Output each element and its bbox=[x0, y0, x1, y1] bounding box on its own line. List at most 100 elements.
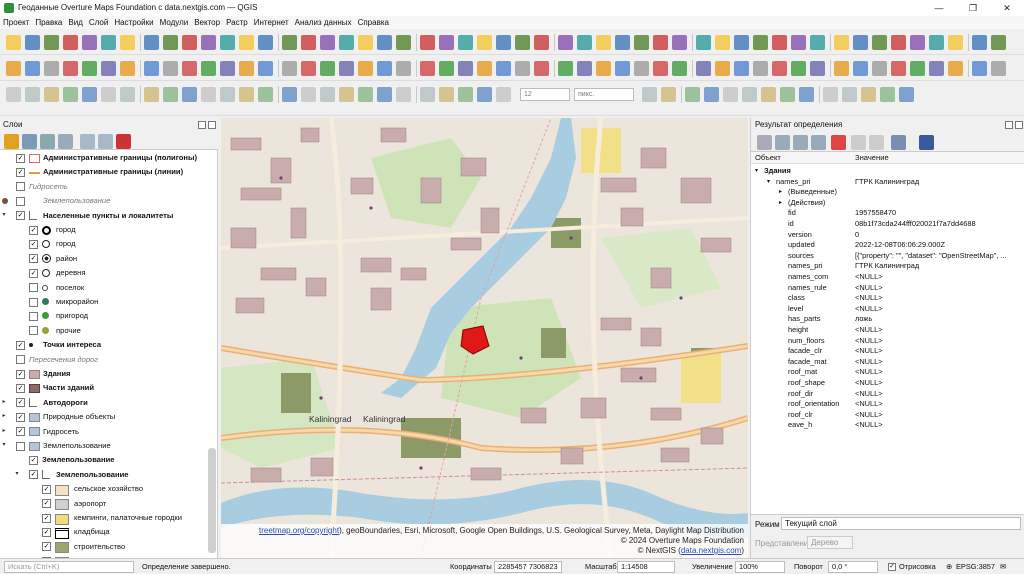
layer-visibility-checkbox[interactable] bbox=[16, 182, 25, 192]
menu-plugins[interactable]: Модули bbox=[157, 16, 192, 29]
toolbar-tool-icon[interactable] bbox=[672, 35, 687, 50]
add-group-icon[interactable] bbox=[22, 134, 37, 149]
crs-globe-icon[interactable]: ⊕ bbox=[946, 561, 952, 573]
layer-visibility-checkbox[interactable]: ✓ bbox=[29, 268, 38, 278]
toolbar-tool-icon[interactable] bbox=[810, 61, 825, 76]
toolbar-tool-icon[interactable] bbox=[772, 35, 787, 50]
menu-web[interactable]: Интернет bbox=[251, 16, 292, 29]
toolbar-tool-icon[interactable] bbox=[972, 35, 987, 50]
layer-visibility-checkbox[interactable]: ✓ bbox=[42, 542, 51, 552]
toolbar-tool-icon[interactable] bbox=[358, 61, 373, 76]
layer-item[interactable]: ▾ ✓ Землепользование bbox=[0, 469, 218, 481]
toolbar-tool-icon[interactable] bbox=[377, 87, 392, 102]
toolbar-tool-icon[interactable] bbox=[201, 61, 216, 76]
identify-row[interactable]: names_rule <NULL> bbox=[751, 283, 1024, 294]
layer-visibility-checkbox[interactable]: ✓ bbox=[42, 484, 51, 494]
layer-item[interactable]: ✓ сельское хозяйство bbox=[0, 483, 218, 496]
toolbar-tool-icon[interactable] bbox=[282, 61, 297, 76]
identify-row[interactable]: facade_mat <NULL> bbox=[751, 357, 1024, 368]
panel-float-icon[interactable] bbox=[1005, 121, 1013, 129]
expand-tree-icon[interactable] bbox=[757, 135, 772, 150]
layer-visibility-checkbox[interactable]: ✓ bbox=[42, 527, 51, 537]
identify-row[interactable]: fid 1957558470 bbox=[751, 208, 1024, 219]
toolbar-tool-icon[interactable] bbox=[991, 61, 1006, 76]
toolbar-tool-icon[interactable] bbox=[477, 35, 492, 50]
identify-row[interactable]: sources [{"property": "", "dataset": "Ope… bbox=[751, 251, 1024, 262]
identify-row[interactable]: roof_dir <NULL> bbox=[751, 389, 1024, 400]
toolbar-tool-icon[interactable] bbox=[439, 87, 454, 102]
toolbar-tool-icon[interactable] bbox=[734, 35, 749, 50]
toolbar-tool-icon[interactable] bbox=[44, 61, 59, 76]
layer-item[interactable]: ✓ строительство bbox=[0, 541, 218, 554]
toolbar-tool-icon[interactable] bbox=[880, 87, 895, 102]
toolbar-tool-icon[interactable] bbox=[239, 35, 254, 50]
toolbar-tool-icon[interactable] bbox=[339, 61, 354, 76]
layer-item[interactable]: ▸ ✓ Автодороги bbox=[0, 397, 218, 409]
toolbar-tool-icon[interactable] bbox=[929, 61, 944, 76]
toolbar-tool-icon[interactable] bbox=[634, 35, 649, 50]
identify-row[interactable]: ▾ Здания bbox=[751, 166, 1024, 177]
layer-item[interactable]: ✓ кладбища bbox=[0, 526, 218, 539]
toolbar-tool-icon[interactable] bbox=[439, 35, 454, 50]
layer-visibility-checkbox[interactable]: ✓ bbox=[16, 340, 25, 350]
layer-visibility-checkbox[interactable] bbox=[16, 355, 25, 365]
expand-arrow-icon[interactable]: ▸ bbox=[0, 426, 8, 438]
copy-feature-icon[interactable] bbox=[851, 135, 866, 150]
toolbar-tool-icon[interactable] bbox=[6, 35, 21, 50]
toolbar-tool-icon[interactable] bbox=[396, 61, 411, 76]
panel-close-icon[interactable] bbox=[208, 121, 216, 129]
identify-row[interactable]: roof_orientation <NULL> bbox=[751, 399, 1024, 410]
layer-visibility-checkbox[interactable]: ✓ bbox=[29, 239, 38, 249]
toolbar-tool-icon[interactable] bbox=[761, 87, 776, 102]
toolbar-tool-icon[interactable] bbox=[239, 87, 254, 102]
osm-copyright-link[interactable]: treetmap.org/copyright bbox=[259, 526, 339, 535]
toolbar-tool-icon[interactable] bbox=[163, 61, 178, 76]
crs-label[interactable]: EPSG:3857 bbox=[956, 561, 995, 573]
toolbar-tool-icon[interactable] bbox=[6, 87, 21, 102]
toolbar-tool-icon[interactable] bbox=[791, 61, 806, 76]
layer-visibility-checkbox[interactable] bbox=[29, 297, 38, 307]
toolbar-tool-icon[interactable] bbox=[25, 87, 40, 102]
toolbar-tool-icon[interactable] bbox=[653, 35, 668, 50]
toolbar-tool-icon[interactable] bbox=[358, 87, 373, 102]
toolbar-tool-icon[interactable] bbox=[25, 35, 40, 50]
maximize-button[interactable]: ❐ bbox=[956, 0, 990, 16]
layer-item[interactable]: ✓ город bbox=[0, 238, 218, 250]
toolbar-tool-icon[interactable] bbox=[791, 35, 806, 50]
toolbar-tool-icon[interactable] bbox=[420, 61, 435, 76]
toolbar-tool-icon[interactable] bbox=[101, 61, 116, 76]
toolbar-tool-icon[interactable] bbox=[558, 61, 573, 76]
print-icon[interactable] bbox=[869, 135, 884, 150]
layer-visibility-checkbox[interactable]: ✓ bbox=[16, 412, 25, 422]
snap-size-field[interactable]: 12 bbox=[520, 88, 570, 101]
toolbar-tool-icon[interactable] bbox=[577, 35, 592, 50]
toolbar-tool-icon[interactable] bbox=[258, 61, 273, 76]
expand-arrow-icon[interactable]: ▸ bbox=[779, 187, 782, 198]
toolbar-tool-icon[interactable] bbox=[972, 61, 987, 76]
toolbar-tool-icon[interactable] bbox=[696, 35, 711, 50]
menu-view[interactable]: Вид bbox=[65, 16, 85, 29]
toolbar-tool-icon[interactable] bbox=[810, 35, 825, 50]
toolbar-tool-icon[interactable] bbox=[496, 61, 511, 76]
toolbar-tool-icon[interactable] bbox=[339, 35, 354, 50]
identify-row[interactable]: updated 2022-12-08T06:06:29.000Z bbox=[751, 240, 1024, 251]
toolbar-tool-icon[interactable] bbox=[282, 87, 297, 102]
layer-visibility-checkbox[interactable]: ✓ bbox=[29, 254, 38, 264]
identify-row[interactable]: id 08b1f73cda244fff020021f7a7dd4688 bbox=[751, 219, 1024, 230]
toolbar-tool-icon[interactable] bbox=[634, 61, 649, 76]
collapse-all-icon[interactable] bbox=[98, 134, 113, 149]
toolbar-tool-icon[interactable] bbox=[696, 61, 711, 76]
toolbar-tool-icon[interactable] bbox=[82, 87, 97, 102]
toolbar-tool-icon[interactable] bbox=[44, 35, 59, 50]
collapse-tree-icon[interactable] bbox=[775, 135, 790, 150]
toolbar-tool-icon[interactable] bbox=[320, 35, 335, 50]
menu-edit[interactable]: Правка bbox=[32, 16, 65, 29]
identify-row[interactable]: ▸ (Действия) bbox=[751, 198, 1024, 209]
toolbar-tool-icon[interactable] bbox=[458, 61, 473, 76]
snap-unit-select[interactable]: пикс. bbox=[574, 88, 634, 101]
nextgis-link[interactable]: data.nextgis.com bbox=[681, 546, 741, 555]
collapse-arrow-icon[interactable]: ▾ bbox=[755, 166, 758, 177]
layer-item[interactable]: ▸ ✓ Гидросеть bbox=[0, 426, 218, 438]
toolbar-tool-icon[interactable] bbox=[734, 61, 749, 76]
toolbar-tool-icon[interactable] bbox=[63, 61, 78, 76]
